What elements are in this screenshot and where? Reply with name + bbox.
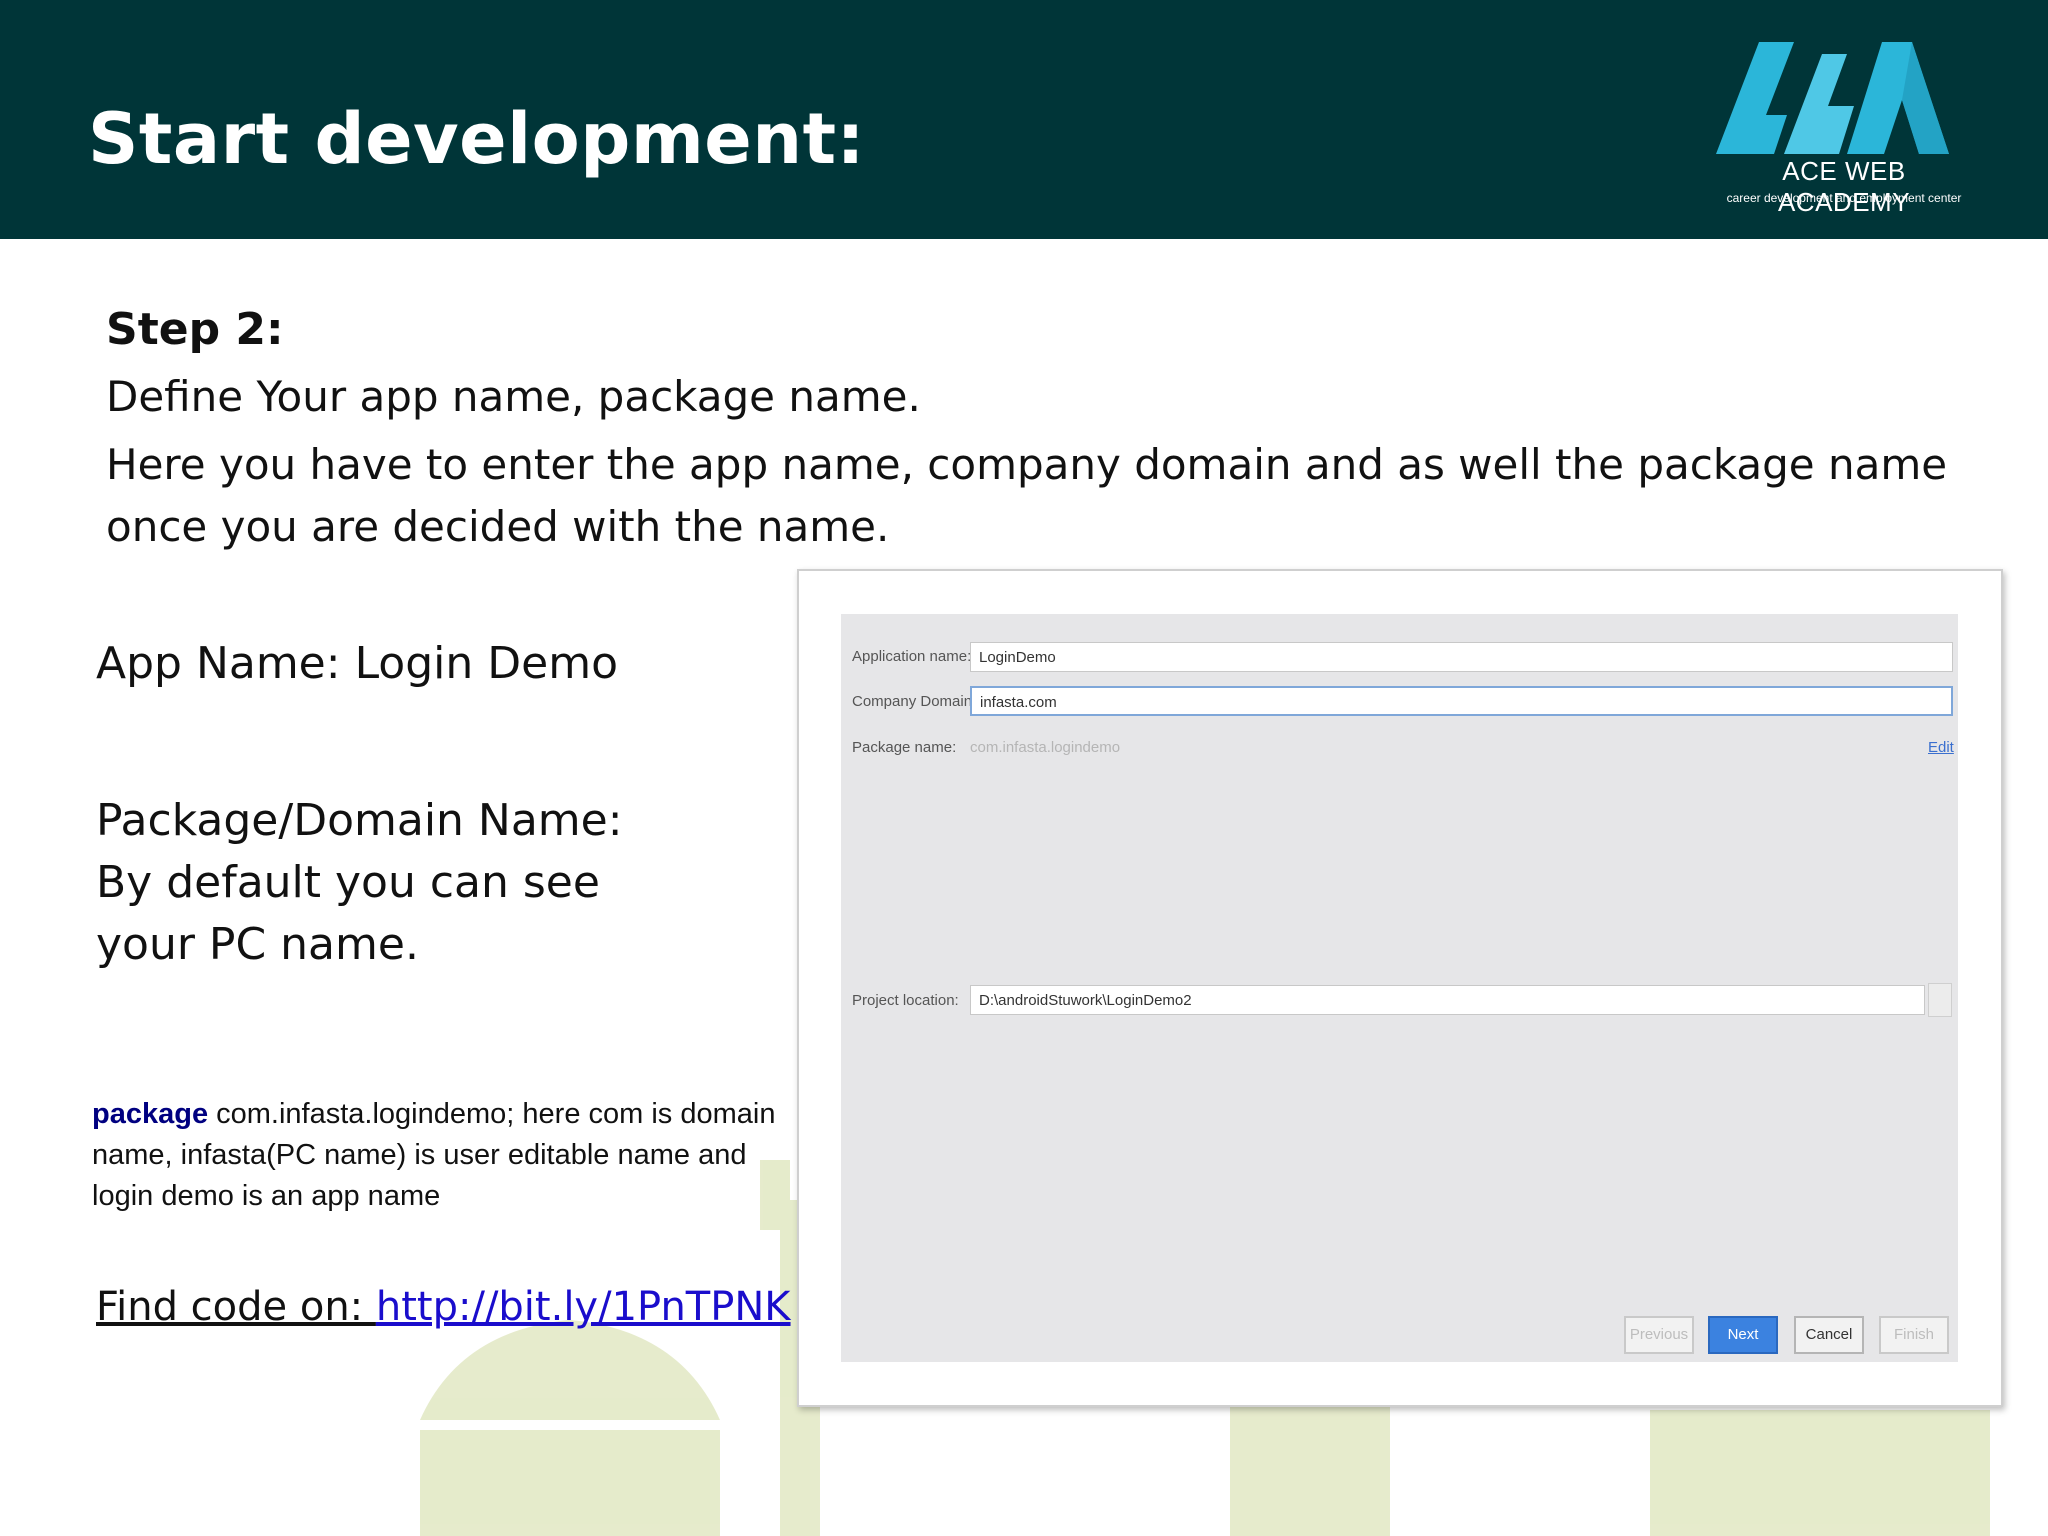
project-location-input[interactable]: D:\androidStuwork\LoginDemo2 — [970, 985, 1925, 1015]
package-name-value: com.infasta.logindemo — [970, 739, 1121, 756]
application-name-input[interactable]: LoginDemo — [970, 642, 1953, 672]
previous-button[interactable]: Previous — [1624, 1316, 1694, 1354]
define-line: Define Your app name, package name. — [106, 372, 921, 421]
cancel-button[interactable]: Cancel — [1794, 1316, 1864, 1354]
find-code-prefix: Find code on: — [96, 1284, 376, 1330]
project-location-label: Project location: — [852, 992, 959, 1009]
code-link[interactable]: http://bit.ly/1PnTPNK — [376, 1284, 791, 1330]
package-title: Package/Domain Name: — [96, 795, 623, 846]
package-domain-text: Package/Domain Name: By default you can … — [96, 790, 796, 976]
application-name-label: Application name: — [852, 648, 972, 665]
step-heading: Step 2: — [106, 304, 284, 355]
instruction-text: Here you have to enter the app name, com… — [106, 440, 1948, 551]
package-description: package com.infasta.logindemo; here com … — [92, 1094, 792, 1217]
find-code-line: Find code on: http://bit.ly/1PnTPNK — [96, 1284, 791, 1330]
finish-button[interactable]: Finish — [1879, 1316, 1949, 1354]
package-keyword: package — [92, 1098, 209, 1130]
package-name-label: Package name: — [852, 739, 957, 756]
edit-package-link[interactable]: Edit — [1928, 739, 1954, 756]
app-name-text: App Name: Login Demo — [96, 638, 618, 689]
company-domain-input[interactable]: infasta.com — [970, 686, 1953, 716]
package-line-3: your PC name. — [96, 919, 419, 970]
next-button[interactable]: Next — [1708, 1316, 1778, 1354]
company-domain-label: Company Domain: — [852, 693, 977, 710]
package-line-2: By default you can see — [96, 857, 600, 908]
browse-location-button[interactable] — [1928, 983, 1952, 1017]
